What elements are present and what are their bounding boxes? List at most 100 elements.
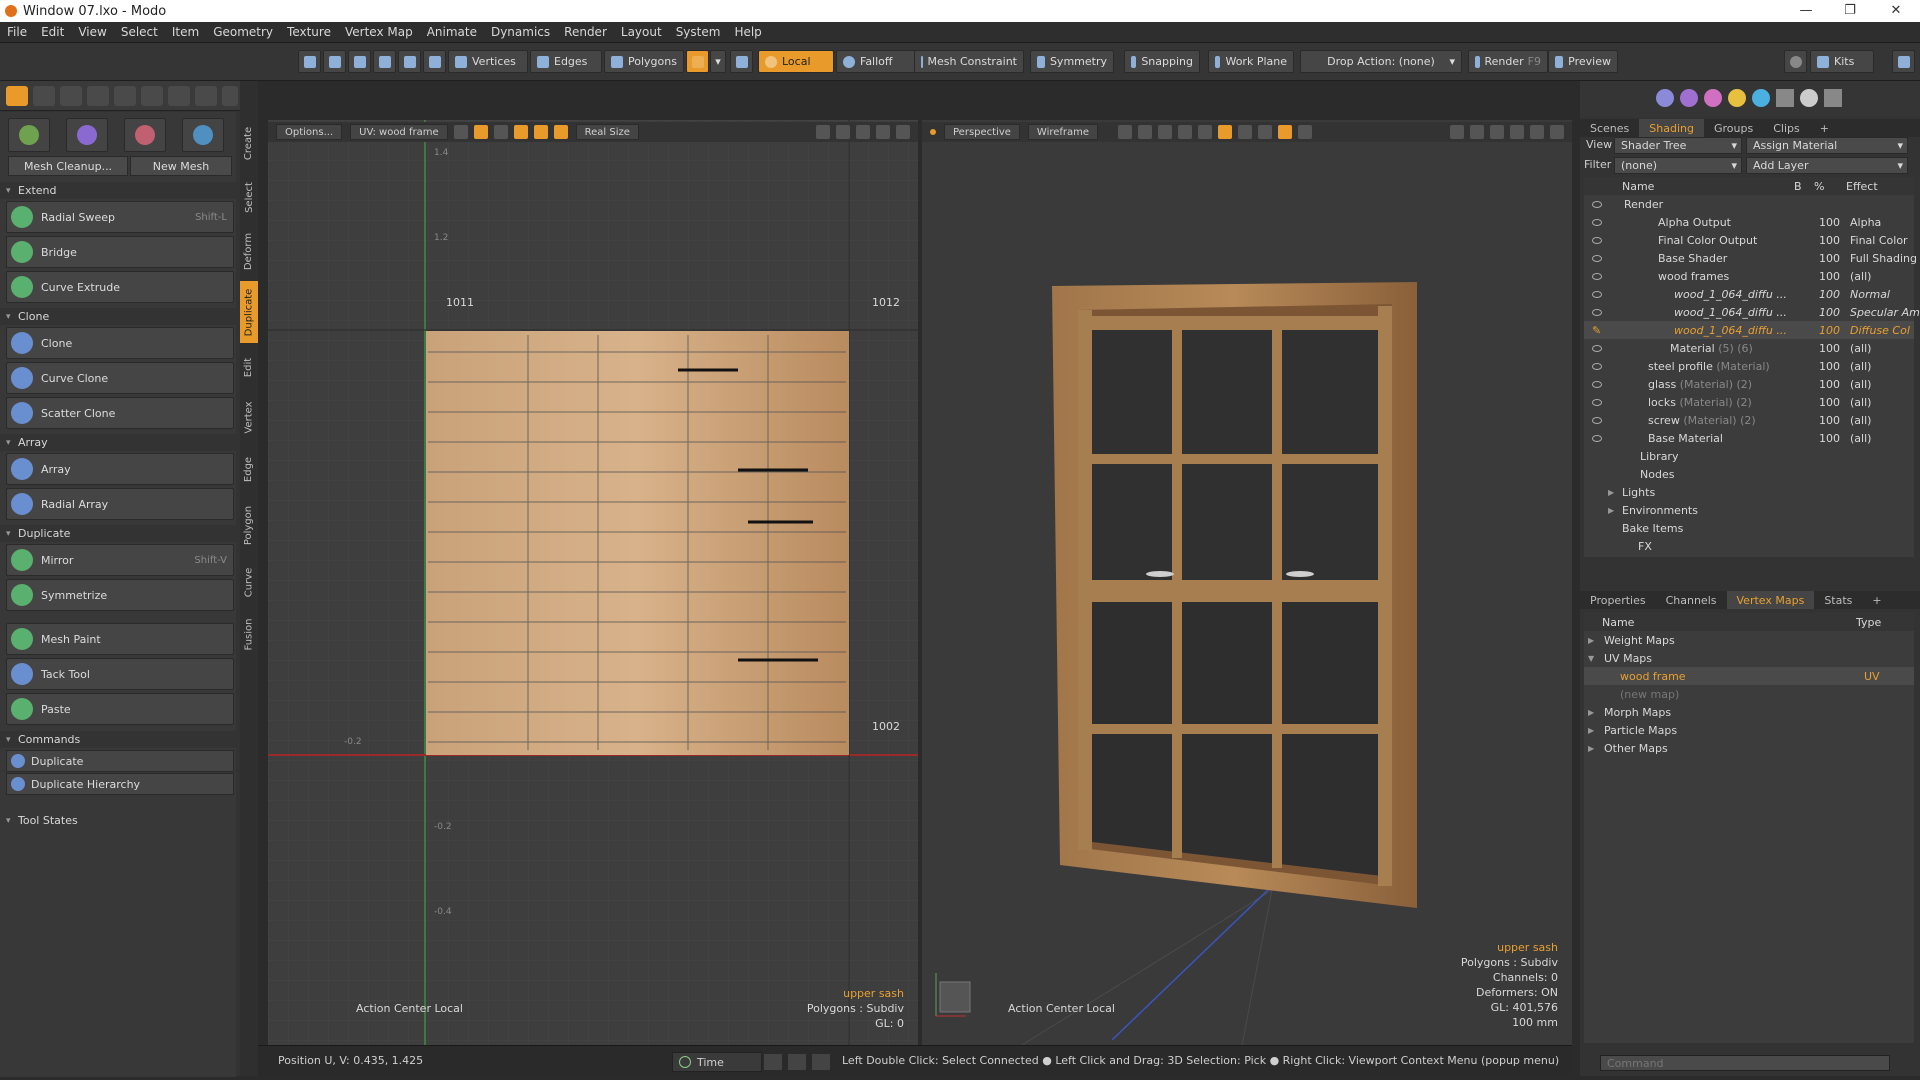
replicator-icon[interactable] [1278, 125, 1293, 139]
uv-grid-icon[interactable] [493, 125, 508, 139]
bone-icon[interactable] [1238, 125, 1253, 139]
curve-clone-tool[interactable]: Curve Clone [6, 362, 234, 394]
tab-edit[interactable]: Edit [240, 347, 258, 387]
polygons-mode-button[interactable]: Polygons [604, 50, 684, 73]
zoom-icon[interactable] [1490, 125, 1504, 139]
menu-vertex-map[interactable]: Vertex Map [338, 25, 420, 39]
command-input[interactable] [1600, 1055, 1890, 1071]
section-duplicate[interactable]: Duplicate [0, 525, 236, 542]
tree-row-environments[interactable]: ▶ Environments [1584, 501, 1920, 519]
element-select-icon[interactable] [373, 50, 396, 73]
tab-duplicate[interactable]: Duplicate [240, 281, 258, 343]
chevron-right-icon[interactable] [1550, 125, 1564, 139]
pan-icon[interactable] [816, 125, 830, 139]
item-mode-icon[interactable] [398, 50, 421, 73]
drop-action-dropdown[interactable]: Drop Action: (none) ▾ [1300, 50, 1462, 73]
tab-stats[interactable]: Stats [1814, 591, 1862, 609]
tab-properties[interactable]: Properties [1580, 591, 1656, 609]
view-dropdown[interactable]: Shader Tree ▾ [1614, 137, 1742, 154]
timeline-icon[interactable] [788, 1054, 806, 1070]
uv-display-icon[interactable] [473, 125, 488, 139]
tree-row-screw[interactable]: screw (Material) (2) 100 (all) [1584, 411, 1920, 429]
element-move-icon[interactable] [141, 86, 163, 106]
paste-tool[interactable]: Paste [6, 693, 234, 725]
tab-channels[interactable]: Channels [1656, 591, 1727, 609]
uv-texture-icon[interactable] [513, 125, 528, 139]
section-clone[interactable]: Clone [0, 308, 236, 325]
keyframe-icon[interactable] [812, 1054, 830, 1070]
duplicate-hierarchy-command[interactable]: Duplicate Hierarchy [6, 773, 234, 795]
time-toggle-button[interactable]: Time [672, 1052, 762, 1072]
menu-render[interactable]: Render [557, 25, 614, 39]
scatter-clone-tool[interactable]: Scatter Clone [6, 397, 234, 429]
overlay-icon[interactable] [1298, 125, 1313, 139]
section-commands[interactable]: Commands [0, 731, 236, 748]
tab-groups[interactable]: Groups [1704, 119, 1763, 137]
rotate-icon[interactable] [60, 86, 82, 106]
shader-sphere-icon[interactable] [1680, 89, 1698, 107]
pivot-icon[interactable] [730, 50, 753, 73]
menu-texture[interactable]: Texture [280, 25, 338, 39]
symmetrize-tool[interactable]: Symmetrize [6, 579, 234, 611]
shading-mode-dropdown[interactable]: Wireframe [1027, 124, 1099, 140]
paint-select-icon[interactable] [348, 50, 371, 73]
mirror-tool[interactable]: Mirror Shift-V [6, 544, 234, 576]
auto-select-icon[interactable] [686, 50, 709, 73]
light-icon[interactable] [1198, 125, 1213, 139]
menu-animate[interactable]: Animate [420, 25, 484, 39]
move-icon[interactable] [33, 86, 55, 106]
mesh-cleanup-button[interactable]: Mesh Cleanup... [8, 156, 128, 176]
tree-row-glass[interactable]: glass (Material) (2) 100 (all) [1584, 375, 1920, 393]
array-tool[interactable]: Array [6, 453, 234, 485]
deform-tool-icon[interactable] [66, 118, 108, 152]
zoom-icon[interactable] [836, 125, 850, 139]
uv-viewport[interactable]: 1011 1012 1002 1.4 1.2 -0.2 -0.2 -0.4 Ac… [268, 120, 918, 1045]
assign-material-dropdown[interactable]: Assign Material ▾ [1746, 137, 1908, 154]
mesh-constraint-button[interactable]: Mesh Constraint [914, 50, 1024, 73]
transform-icon[interactable] [114, 86, 136, 106]
uv-seam-icon[interactable] [553, 125, 568, 139]
render-button[interactable]: Render F9 [1468, 50, 1548, 73]
tab-fusion[interactable]: Fusion [240, 609, 258, 659]
shade-icon[interactable] [1178, 125, 1193, 139]
maximize-button[interactable]: ❐ [1830, 0, 1870, 22]
search-icon[interactable] [1784, 50, 1807, 73]
gear-icon[interactable] [876, 125, 890, 139]
environment-icon[interactable] [1752, 89, 1770, 107]
radial-array-tool[interactable]: Radial Array [6, 488, 234, 520]
tab-shading[interactable]: Shading [1639, 119, 1704, 137]
pivot-tool-icon[interactable] [168, 86, 190, 106]
tree-row-fx[interactable]: FX [1584, 537, 1920, 555]
tree-row-base-shader[interactable]: Base Shader 100 Full Shading [1584, 249, 1920, 267]
tree-row-final-color-output[interactable]: Final Color Output 100 Final Color [1584, 231, 1920, 249]
checker-icon[interactable] [1776, 89, 1794, 107]
curve-extrude-tool[interactable]: Curve Extrude [6, 271, 234, 303]
snapping-button[interactable]: Snapping [1124, 50, 1200, 73]
edges-mode-button[interactable]: Edges [530, 50, 602, 73]
clone-tool[interactable]: Clone [6, 327, 234, 359]
array-tool-icon[interactable] [182, 118, 224, 152]
add-tab-icon[interactable]: + [1810, 119, 1839, 137]
tree-row-library[interactable]: Library [1584, 447, 1920, 465]
filter-dropdown[interactable]: (none) ▾ [1614, 157, 1742, 174]
duplicate-command[interactable]: Duplicate [6, 750, 234, 772]
tree-row-wood-frames[interactable]: wood frames 100 (all) [1584, 267, 1920, 285]
radial-sweep-tool[interactable]: Radial Sweep Shift-L [6, 201, 234, 233]
tab-vertex-maps[interactable]: Vertex Maps [1726, 591, 1815, 609]
material-sphere-icon[interactable] [1656, 89, 1674, 107]
tab-polygon[interactable]: Polygon [240, 495, 258, 555]
light-sphere-icon[interactable] [1728, 89, 1746, 107]
menu-view[interactable]: View [71, 25, 113, 39]
menu-dynamics[interactable]: Dynamics [484, 25, 557, 39]
new-mesh-button[interactable]: New Mesh [130, 156, 232, 176]
tree-row-render[interactable]: Render [1584, 195, 1920, 213]
refresh-icon[interactable] [222, 86, 238, 106]
tree-row-wood-texture-normal[interactable]: wood_1_064_diffu ... 100 Normal [1584, 285, 1920, 303]
tree-row-bake-items[interactable]: Bake Items [1584, 519, 1920, 537]
camera-sphere-icon[interactable] [1800, 89, 1818, 107]
texture-icon[interactable] [1218, 125, 1233, 139]
uv-map-selector[interactable]: UV: wood frame [350, 124, 448, 140]
gear-icon[interactable] [1530, 125, 1544, 139]
texture-sphere-icon[interactable] [1704, 89, 1722, 107]
pan-icon[interactable] [1450, 125, 1464, 139]
